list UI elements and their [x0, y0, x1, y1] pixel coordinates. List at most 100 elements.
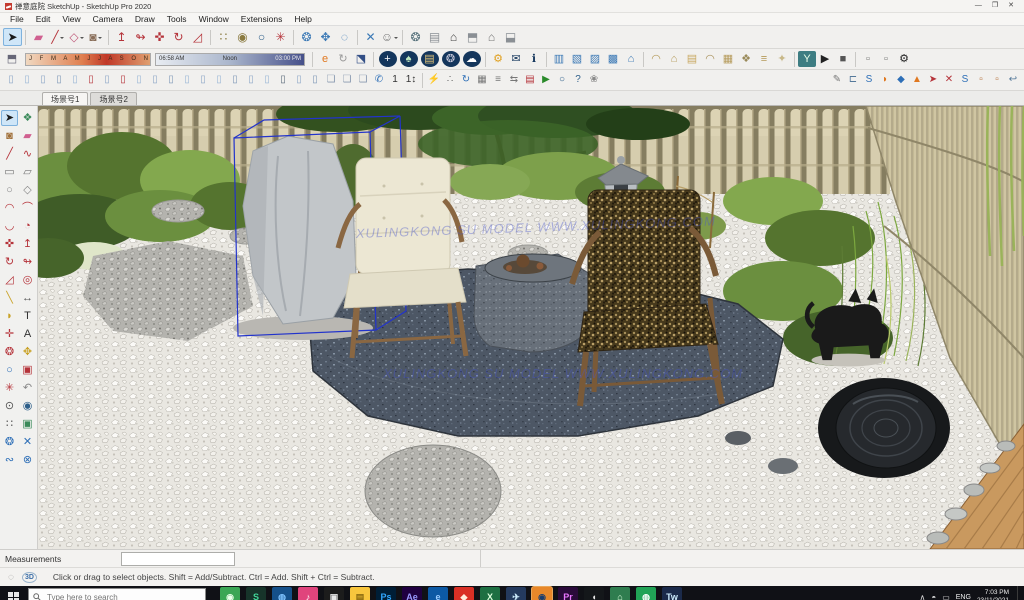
3d-warehouse-icon[interactable]: 3D [22, 572, 37, 583]
swap-icon[interactable]: ⇆ [506, 73, 522, 88]
green-run-icon[interactable]: ▶ [538, 73, 554, 88]
plugin-blue-icon-3[interactable]: ▨ [586, 51, 604, 67]
polygon-tool[interactable]: ◇ [19, 182, 36, 198]
taskbar-app-building[interactable]: ⌂ [610, 587, 630, 600]
component-door-icon-10[interactable]: ▯ [147, 73, 163, 88]
line-tool[interactable]: ╱ [1, 146, 18, 162]
shadow-date-slider[interactable]: J F M A M J J A S O N D [25, 53, 151, 66]
shadow-time-slider[interactable]: 06:58 AM Noon 03:00 PM [155, 53, 305, 66]
tray-chevron-icon[interactable]: ∧ [920, 593, 926, 600]
geolocation-icon[interactable]: ◌ [8, 572, 14, 583]
zoom-window-tool[interactable]: ▣ [19, 362, 36, 378]
pan-tool-button[interactable]: ✥ [316, 28, 335, 46]
add-button[interactable]: + [379, 51, 397, 67]
orbit-tool-button[interactable]: ❂ [297, 28, 316, 46]
orange-wedge-plugin-icon[interactable]: ▲ [909, 73, 925, 88]
section-display-toggle[interactable]: ⊗ [19, 452, 36, 468]
arch-plugin-icon-3[interactable]: ▤ [683, 51, 701, 67]
close-button[interactable]: ✕ [1008, 0, 1014, 12]
paint-bucket-tool[interactable]: ◙ [1, 128, 18, 144]
tray-icon-2[interactable]: ▭ [942, 593, 950, 600]
arch-plugin-icon-5[interactable]: ▦ [719, 51, 737, 67]
make-component-tool[interactable]: ❖ [19, 110, 36, 126]
frame-plugin-icon-1[interactable]: ▫ [973, 73, 989, 88]
blue-cube-plugin-icon[interactable]: ◆ [893, 73, 909, 88]
materials-button[interactable]: ▤ [421, 51, 439, 67]
component-door-icon-3[interactable]: ▯ [35, 73, 51, 88]
arc-tool[interactable]: ◠ [1, 200, 18, 216]
page-slant-icon-2[interactable]: ❏ [339, 73, 355, 88]
zoom-extents-button[interactable]: ✳ [271, 28, 290, 46]
eraser-tool[interactable]: ▰ [19, 128, 36, 144]
taskbar-app-pink[interactable]: ♪ [298, 587, 318, 600]
s-curve-plugin-icon[interactable]: S [861, 73, 877, 88]
vegetation-plugin-button[interactable]: Y [798, 51, 816, 67]
add-location-button[interactable]: ☺ [380, 28, 399, 46]
section-fill-toggle[interactable]: ∾ [1, 452, 18, 468]
line-tool-button[interactable]: ╱ [48, 28, 67, 46]
menu-item[interactable]: Extensions [235, 14, 289, 24]
dimension-tool[interactable]: ↔ [19, 290, 36, 306]
shape-tool-button[interactable]: ◇ [67, 28, 86, 46]
red-arrow-plugin-icon[interactable]: ➤ [925, 73, 941, 88]
move-tool-button[interactable]: ✜ [150, 28, 169, 46]
minimize-button[interactable]: — [975, 0, 982, 12]
label-one-icon[interactable]: 1 [387, 73, 403, 88]
settings-gears-button[interactable]: ⚙ [489, 51, 507, 67]
taskbar-file-explorer[interactable]: ▤ [350, 587, 370, 600]
play-animation-button[interactable]: ▶ [816, 51, 834, 67]
taskbar-sketchup-active[interactable]: ◉ [532, 587, 552, 600]
tea-table[interactable] [474, 254, 590, 352]
zoom-window-button[interactable]: ◌ [335, 28, 354, 46]
arch-plugin-icon-1[interactable]: ◠ [647, 51, 665, 67]
component-door-icon-2[interactable]: ▯ [19, 73, 35, 88]
tree-library-button[interactable]: ♠ [400, 51, 418, 67]
scene-tab-1[interactable]: 场景号1 [42, 92, 88, 105]
phone-icon[interactable]: ✆ [371, 73, 387, 88]
info-button[interactable]: ℹ [525, 51, 543, 67]
plugin-blue-icon-2[interactable]: ▧ [568, 51, 586, 67]
refresh-circle-icon[interactable]: ↻ [458, 73, 474, 88]
blue-s-plugin-icon[interactable]: S [957, 73, 973, 88]
walk-tool-button[interactable]: ∷ [214, 28, 233, 46]
taskbar-twinmotion[interactable]: Tw [662, 587, 682, 600]
taskbar-browser[interactable]: ◍ [272, 587, 292, 600]
rectangle-tool[interactable]: ▭ [1, 164, 18, 180]
iso-view-button[interactable]: ❂ [406, 28, 425, 46]
component-door-icon-7[interactable]: ▯ [99, 73, 115, 88]
menu-item[interactable]: File [4, 14, 30, 24]
menu-item[interactable]: View [56, 14, 86, 24]
scale-tool[interactable]: ◿ [1, 272, 18, 288]
page-slant-icon-1[interactable]: ❏ [323, 73, 339, 88]
taskbar-app-bell[interactable]: ◍ [636, 587, 656, 600]
component-door-icon-17[interactable]: ▯ [259, 73, 275, 88]
look-around-button[interactable]: ◉ [233, 28, 252, 46]
pie-tool[interactable]: ◔ [19, 218, 36, 234]
start-button[interactable] [0, 586, 26, 600]
stop-animation-button[interactable]: ■ [834, 51, 852, 67]
offset-tool[interactable]: ◎ [19, 272, 36, 288]
menu-item[interactable]: Draw [129, 14, 161, 24]
taskbar-app-green[interactable]: ◉ [220, 587, 240, 600]
model-viewport[interactable]: XULINGKONG SU MODEL WWW.XULINGKONG.COM X… [38, 106, 1024, 549]
taskbar-clock[interactable]: 7:03 PM 23/11/2021 [977, 589, 1011, 600]
axes-tool[interactable]: ✛ [1, 326, 18, 342]
component-door-icon-16[interactable]: ▯ [243, 73, 259, 88]
menu-item[interactable]: Help [288, 14, 317, 24]
help-icon[interactable]: ? [570, 73, 586, 88]
pan-tool[interactable]: ✥ [19, 344, 36, 360]
red-x-plugin-icon[interactable]: ✕ [941, 73, 957, 88]
orbit-tool[interactable]: ❂ [1, 344, 18, 360]
follow-me-tool[interactable]: ↬ [19, 254, 36, 270]
taskbar-excel[interactable]: X [480, 587, 500, 600]
zoom-extents-tool[interactable]: ✳ [1, 380, 18, 396]
walk-tool[interactable]: ∷ [1, 416, 18, 432]
taskbar-search[interactable] [28, 588, 206, 600]
scene-tab-2[interactable]: 场景号2 [90, 92, 136, 105]
arch-plugin-icon-4[interactable]: ◠ [701, 51, 719, 67]
undo-curve-icon[interactable]: ↩ [1005, 73, 1021, 88]
plugin-refresh-button[interactable]: ↻ [334, 51, 352, 67]
component-door-icon-5[interactable]: ▯ [67, 73, 83, 88]
clamp-plugin-icon[interactable]: ⊏ [845, 73, 861, 88]
search-input[interactable] [45, 592, 189, 600]
